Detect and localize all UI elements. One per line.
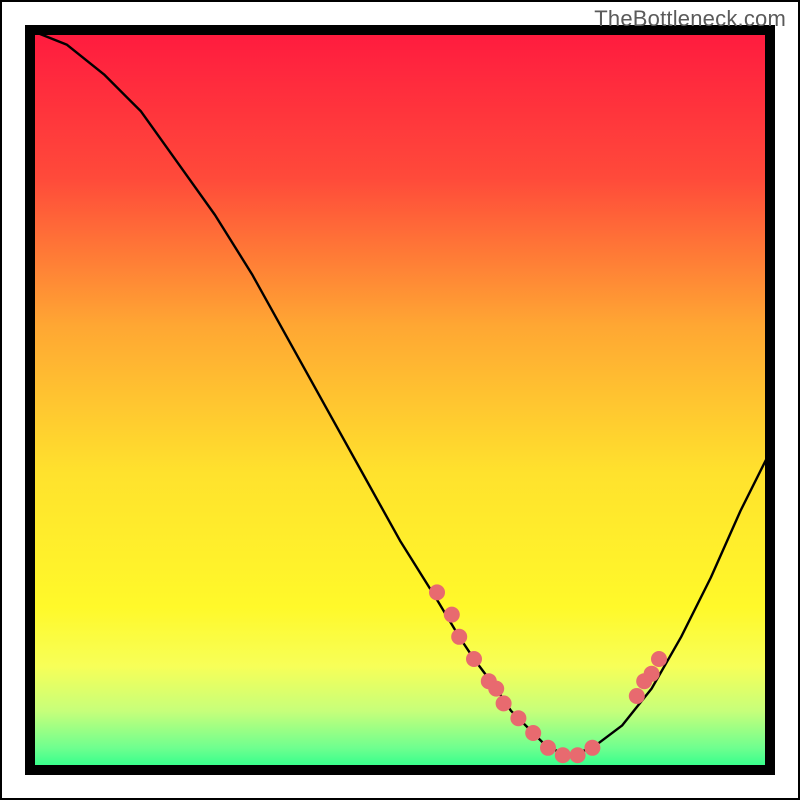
- curve-marker: [429, 584, 445, 600]
- curve-marker: [540, 740, 556, 756]
- bottleneck-chart: [0, 0, 800, 800]
- curve-marker: [488, 681, 504, 697]
- curve-marker: [570, 747, 586, 763]
- curve-marker: [651, 651, 667, 667]
- curve-marker: [555, 747, 571, 763]
- curve-marker: [444, 607, 460, 623]
- curve-marker: [466, 651, 482, 667]
- curve-marker: [629, 688, 645, 704]
- watermark-text: TheBottleneck.com: [594, 6, 786, 32]
- curve-marker: [584, 740, 600, 756]
- curve-marker: [644, 666, 660, 682]
- curve-marker: [496, 695, 512, 711]
- curve-marker: [525, 725, 541, 741]
- curve-marker: [510, 710, 526, 726]
- chart-frame: TheBottleneck.com: [0, 0, 800, 800]
- curve-marker: [451, 629, 467, 645]
